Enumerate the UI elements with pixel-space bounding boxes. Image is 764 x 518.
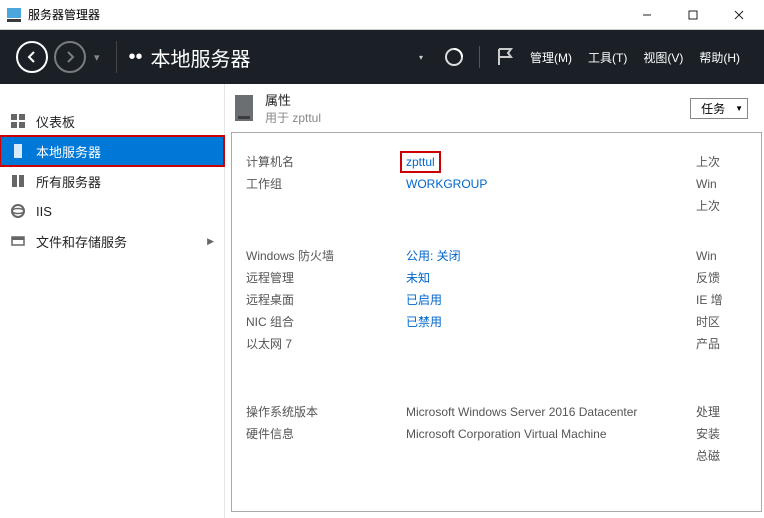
hardware-info-text: Microsoft Corporation Virtual Machine bbox=[406, 423, 696, 445]
prop-right-label: 反馈 bbox=[696, 267, 756, 289]
sidebar: 仪表板 本地服务器 所有服务器 IIS 文件和存储服务 ▶ bbox=[0, 84, 225, 518]
os-version-text: Microsoft Windows Server 2016 Datacenter bbox=[406, 401, 696, 423]
prop-label: 远程管理 bbox=[246, 267, 406, 289]
server-icon bbox=[6, 143, 30, 159]
sidebar-item-file-storage[interactable]: 文件和存储服务 ▶ bbox=[0, 226, 224, 256]
property-row: 上次 bbox=[246, 195, 761, 217]
tasks-dropdown[interactable]: 任务 ▼ bbox=[690, 98, 748, 119]
menu-view[interactable]: 视图(V) bbox=[643, 49, 683, 66]
breadcrumb-ellipsis[interactable]: •• bbox=[129, 46, 143, 69]
sidebar-item-dashboard[interactable]: 仪表板 bbox=[0, 106, 224, 136]
maximize-button[interactable] bbox=[670, 0, 716, 30]
computer-name-link[interactable]: zpttul bbox=[400, 151, 441, 173]
firewall-link[interactable]: 公用: 关闭 bbox=[406, 249, 461, 263]
title-bar: 服务器管理器 bbox=[0, 0, 764, 30]
nav-back-button[interactable] bbox=[16, 41, 48, 73]
property-row: Windows 防火墙 公用: 关闭 Win bbox=[246, 245, 761, 267]
prop-right-label: 上次 bbox=[696, 195, 756, 217]
remote-manage-link[interactable]: 未知 bbox=[406, 271, 430, 285]
refresh-dropdown-indicator[interactable]: ▾ bbox=[409, 46, 431, 68]
prop-right-label: Win bbox=[696, 173, 756, 195]
prop-right-label: 安装 bbox=[696, 423, 756, 445]
sidebar-item-label: 本地服务器 bbox=[36, 142, 101, 161]
prop-label: 以太网 7 bbox=[246, 333, 406, 355]
properties-body: 计算机名 zpttul 上次 工作组 WORKGROUP Win 上次 bbox=[231, 132, 762, 512]
prop-label: 操作系统版本 bbox=[246, 401, 406, 423]
prop-right-label: 上次 bbox=[696, 151, 756, 173]
prop-right-label: 总磁 bbox=[696, 445, 756, 467]
property-row: 远程桌面 已启用 IE 增 bbox=[246, 289, 761, 311]
dashboard-icon bbox=[6, 113, 30, 129]
chevron-down-icon: ▼ bbox=[735, 104, 743, 113]
app-icon bbox=[6, 7, 22, 23]
prop-right-label: Win bbox=[696, 245, 756, 267]
prop-right-label: 时区 bbox=[696, 311, 756, 333]
prop-label: Windows 防火墙 bbox=[246, 245, 406, 267]
servers-icon bbox=[6, 173, 30, 189]
property-row: 以太网 7 产品 bbox=[246, 333, 761, 355]
menu-tools[interactable]: 工具(T) bbox=[588, 49, 627, 66]
sidebar-item-label: 所有服务器 bbox=[36, 172, 101, 191]
sidebar-item-iis[interactable]: IIS bbox=[0, 196, 224, 226]
workgroup-link[interactable]: WORKGROUP bbox=[406, 177, 487, 191]
window-title: 服务器管理器 bbox=[28, 6, 100, 23]
close-button[interactable] bbox=[716, 0, 762, 30]
properties-scroll-area[interactable]: 计算机名 zpttul 上次 工作组 WORKGROUP Win 上次 bbox=[232, 133, 761, 511]
sidebar-item-local-server[interactable]: 本地服务器 bbox=[0, 136, 224, 166]
header-bar: ▾ •• 本地服务器 ▾ 管理(M) 工具(T) 视图(V) 帮助(H) bbox=[0, 30, 764, 84]
content-area: 仪表板 本地服务器 所有服务器 IIS 文件和存储服务 ▶ 属性 用于 zptt… bbox=[0, 84, 764, 518]
properties-header: 属性 用于 zpttul 任务 ▼ bbox=[231, 90, 764, 126]
sidebar-item-all-servers[interactable]: 所有服务器 bbox=[0, 166, 224, 196]
prop-label: 硬件信息 bbox=[246, 423, 406, 445]
prop-label: 远程桌面 bbox=[246, 289, 406, 311]
property-row: 总磁 bbox=[246, 445, 761, 467]
server-glyph-icon bbox=[233, 94, 255, 122]
nav-forward-button[interactable] bbox=[54, 41, 86, 73]
main-panel: 属性 用于 zpttul 任务 ▼ 计算机名 zpttul 上次 工作组 bbox=[225, 84, 764, 518]
menu-help[interactable]: 帮助(H) bbox=[699, 49, 740, 66]
minimize-button[interactable] bbox=[624, 0, 670, 30]
nav-dropdown-indicator[interactable]: ▾ bbox=[94, 51, 104, 64]
property-row: NIC 组合 已禁用 时区 bbox=[246, 311, 761, 333]
sidebar-item-label: 文件和存储服务 bbox=[36, 232, 127, 251]
property-row: 硬件信息 Microsoft Corporation Virtual Machi… bbox=[246, 423, 761, 445]
property-row: 远程管理 未知 反馈 bbox=[246, 267, 761, 289]
nic-team-link[interactable]: 已禁用 bbox=[406, 315, 442, 329]
property-row: 操作系统版本 Microsoft Windows Server 2016 Dat… bbox=[246, 401, 761, 423]
chevron-right-icon: ▶ bbox=[207, 236, 214, 247]
properties-subtitle: 用于 zpttul bbox=[265, 109, 321, 126]
page-title: 本地服务器 bbox=[151, 43, 251, 72]
tasks-label: 任务 bbox=[701, 100, 725, 117]
sidebar-item-label: IIS bbox=[36, 204, 52, 219]
prop-label: 计算机名 bbox=[246, 151, 406, 173]
menu-manage[interactable]: 管理(M) bbox=[530, 49, 572, 66]
properties-title: 属性 bbox=[265, 90, 321, 109]
property-row: 计算机名 zpttul 上次 bbox=[246, 151, 761, 173]
iis-icon bbox=[6, 203, 30, 219]
prop-right-label: 处理 bbox=[696, 401, 756, 423]
prop-right-label: 产品 bbox=[696, 333, 756, 355]
storage-icon bbox=[6, 233, 30, 249]
remote-desktop-link[interactable]: 已启用 bbox=[406, 293, 442, 307]
notifications-flag-icon[interactable] bbox=[494, 46, 516, 68]
prop-label: 工作组 bbox=[246, 173, 406, 195]
prop-label: NIC 组合 bbox=[246, 311, 406, 333]
property-row: 工作组 WORKGROUP Win bbox=[246, 173, 761, 195]
prop-right-label: IE 增 bbox=[696, 289, 756, 311]
refresh-button[interactable] bbox=[443, 46, 465, 68]
sidebar-item-label: 仪表板 bbox=[36, 112, 75, 131]
